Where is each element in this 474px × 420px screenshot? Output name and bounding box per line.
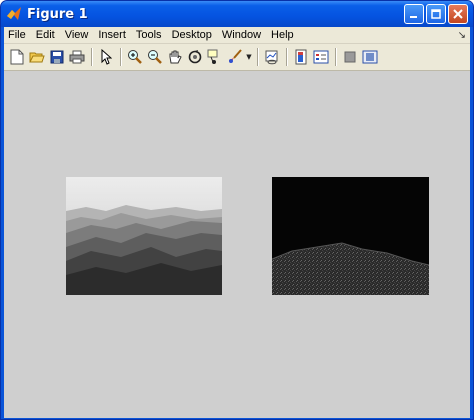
show-plot-tools-icon — [362, 50, 377, 64]
save-button[interactable] — [47, 47, 66, 67]
menu-tools[interactable]: Tools — [131, 27, 167, 44]
mountains-grayscale-image[interactable] — [66, 177, 222, 295]
menu-bar: File Edit View Insert Tools Desktop Wind… — [4, 27, 470, 44]
legend-icon — [313, 50, 328, 64]
print-icon — [69, 50, 84, 64]
brush-button[interactable] — [225, 47, 244, 67]
legend-button[interactable] — [311, 47, 330, 67]
hide-plot-tools-icon — [344, 51, 355, 63]
zoom-in-icon — [127, 50, 142, 64]
pan-hand-icon — [169, 50, 182, 64]
zoom-out-button[interactable] — [145, 47, 164, 67]
open-file-button[interactable] — [27, 47, 46, 67]
link-plot-icon — [265, 50, 277, 65]
zoom-out-icon — [147, 50, 162, 64]
show-plot-tools-button[interactable] — [360, 47, 379, 67]
zoom-in-button[interactable] — [125, 47, 144, 67]
open-file-icon — [28, 52, 45, 63]
hide-plot-tools-button[interactable] — [340, 47, 359, 67]
minimize-icon — [410, 16, 417, 18]
data-cursor-button[interactable] — [205, 47, 224, 67]
menu-view[interactable]: View — [60, 27, 94, 44]
maximize-icon — [431, 9, 441, 19]
toolbar-separator — [335, 48, 336, 66]
colorbar-button[interactable] — [291, 47, 310, 67]
edit-plot-button[interactable] — [96, 47, 115, 67]
maximize-button[interactable] — [426, 4, 446, 24]
matlab-logo-icon — [6, 6, 22, 22]
new-figure-button[interactable] — [7, 47, 26, 67]
rotate-3d-icon — [188, 50, 201, 64]
brush-icon — [228, 49, 242, 63]
figure-canvas[interactable] — [4, 72, 470, 418]
menu-insert[interactable]: Insert — [93, 27, 131, 44]
print-button[interactable] — [67, 47, 86, 67]
toolbar-separator — [91, 48, 92, 66]
brush-dropdown-arrow-icon[interactable]: ▼ — [245, 47, 253, 67]
toolbar-separator — [286, 48, 287, 66]
menu-file[interactable]: File — [4, 27, 31, 44]
menu-edit[interactable]: Edit — [31, 27, 60, 44]
close-button[interactable] — [448, 4, 468, 24]
data-cursor-icon — [207, 49, 217, 64]
menu-help[interactable]: Help — [266, 27, 299, 44]
edit-plot-arrow-icon — [101, 49, 112, 65]
close-icon — [453, 9, 463, 19]
colorbar-icon — [295, 49, 306, 65]
mountains-dark-processed-image[interactable] — [272, 177, 429, 295]
menu-window[interactable]: Window — [217, 27, 266, 44]
rotate-3d-button[interactable] — [185, 47, 204, 67]
figure-window: Figure 1 File Edit View Insert Tools Des… — [0, 0, 474, 420]
link-plot-button[interactable] — [262, 47, 281, 67]
pan-button[interactable] — [165, 47, 184, 67]
save-icon — [50, 50, 63, 64]
minimize-button[interactable] — [404, 4, 424, 24]
toolbar-separator — [120, 48, 121, 66]
menu-desktop[interactable]: Desktop — [167, 27, 217, 44]
toolbar-separator — [257, 48, 258, 66]
menu-dock-arrow-icon[interactable]: ↘ — [458, 27, 466, 44]
new-figure-icon — [10, 49, 23, 65]
figure-toolbar: ▼ — [4, 44, 470, 71]
title-bar[interactable]: Figure 1 — [1, 1, 473, 27]
window-title: Figure 1 — [27, 6, 88, 22]
client-area: File Edit View Insert Tools Desktop Wind… — [4, 27, 470, 418]
